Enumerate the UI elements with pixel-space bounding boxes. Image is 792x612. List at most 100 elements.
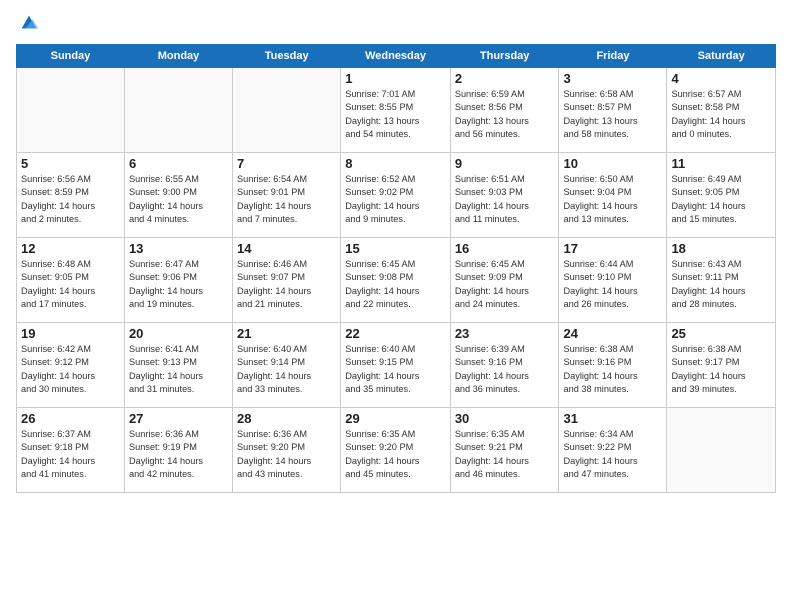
calendar-header-row: Sunday Monday Tuesday Wednesday Thursday… (17, 45, 776, 68)
calendar-week-row: 26Sunrise: 6:37 AM Sunset: 9:18 PM Dayli… (17, 408, 776, 493)
day-info: Sunrise: 6:54 AM Sunset: 9:01 PM Dayligh… (237, 173, 336, 226)
table-row: 5 Sunrise: 6:56 AM Sunset: 8:59 PM Daylig… (17, 153, 125, 238)
table-row: 23 Sunrise: 6:39 AM Sunset: 9:16 PM Dayli… (450, 323, 559, 408)
day-number: 20 (129, 326, 228, 341)
page: Sunday Monday Tuesday Wednesday Thursday… (0, 0, 792, 612)
day-number: 9 (455, 156, 555, 171)
table-row: 8 Sunrise: 6:52 AM Sunset: 9:02 PM Daylig… (341, 153, 451, 238)
day-info: Sunrise: 6:38 AM Sunset: 9:17 PM Dayligh… (671, 343, 771, 396)
day-info: Sunrise: 6:45 AM Sunset: 9:08 PM Dayligh… (345, 258, 446, 311)
calendar-week-row: 19 Sunrise: 6:42 AM Sunset: 9:12 PM Dayli… (17, 323, 776, 408)
calendar-week-row: 1 Sunrise: 7:01 AM Sunset: 8:55 PM Daylig… (17, 68, 776, 153)
col-wednesday: Wednesday (341, 45, 451, 68)
day-info: Sunrise: 6:35 AM Sunset: 9:20 PM Dayligh… (345, 428, 446, 481)
table-row: 14 Sunrise: 6:46 AM Sunset: 9:07 PM Dayli… (233, 238, 341, 323)
day-info: Sunrise: 6:50 AM Sunset: 9:04 PM Dayligh… (563, 173, 662, 226)
table-row: 29 Sunrise: 6:35 AM Sunset: 9:20 PM Dayli… (341, 408, 451, 493)
table-row: 11Sunrise: 6:49 AM Sunset: 9:05 PM Dayli… (667, 153, 776, 238)
col-sunday: Sunday (17, 45, 125, 68)
day-info: Sunrise: 6:47 AM Sunset: 9:06 PM Dayligh… (129, 258, 228, 311)
day-number: 8 (345, 156, 446, 171)
day-number: 23 (455, 326, 555, 341)
day-info: Sunrise: 7:01 AM Sunset: 8:55 PM Dayligh… (345, 88, 446, 141)
day-info: Sunrise: 6:40 AM Sunset: 9:15 PM Dayligh… (345, 343, 446, 396)
day-info: Sunrise: 6:38 AM Sunset: 9:16 PM Dayligh… (563, 343, 662, 396)
day-info: Sunrise: 6:46 AM Sunset: 9:07 PM Dayligh… (237, 258, 336, 311)
table-row: 21Sunrise: 6:40 AM Sunset: 9:14 PM Dayli… (233, 323, 341, 408)
calendar-week-row: 5 Sunrise: 6:56 AM Sunset: 8:59 PM Daylig… (17, 153, 776, 238)
day-number: 17 (563, 241, 662, 256)
day-info: Sunrise: 6:49 AM Sunset: 9:05 PM Dayligh… (671, 173, 771, 226)
day-number: 1 (345, 71, 446, 86)
day-number: 24 (563, 326, 662, 341)
day-info: Sunrise: 6:55 AM Sunset: 9:00 PM Dayligh… (129, 173, 228, 226)
day-info: Sunrise: 6:36 AM Sunset: 9:19 PM Dayligh… (129, 428, 228, 481)
col-friday: Friday (559, 45, 667, 68)
table-row: 24 Sunrise: 6:38 AM Sunset: 9:16 PM Dayli… (559, 323, 667, 408)
table-row: 15 Sunrise: 6:45 AM Sunset: 9:08 PM Dayli… (341, 238, 451, 323)
table-row: 13Sunrise: 6:47 AM Sunset: 9:06 PM Dayli… (124, 238, 232, 323)
table-row: 3Sunrise: 6:58 AM Sunset: 8:57 PM Daylig… (559, 68, 667, 153)
day-number: 28 (237, 411, 336, 426)
day-number: 15 (345, 241, 446, 256)
day-info: Sunrise: 6:59 AM Sunset: 8:56 PM Dayligh… (455, 88, 555, 141)
day-info: Sunrise: 6:58 AM Sunset: 8:57 PM Dayligh… (563, 88, 662, 141)
table-row: 4Sunrise: 6:57 AM Sunset: 8:58 PM Daylig… (667, 68, 776, 153)
day-info: Sunrise: 6:42 AM Sunset: 9:12 PM Dayligh… (21, 343, 120, 396)
day-info: Sunrise: 6:56 AM Sunset: 8:59 PM Dayligh… (21, 173, 120, 226)
table-row: 26Sunrise: 6:37 AM Sunset: 9:18 PM Dayli… (17, 408, 125, 493)
table-row: 28 Sunrise: 6:36 AM Sunset: 9:20 PM Dayli… (233, 408, 341, 493)
day-number: 29 (345, 411, 446, 426)
day-number: 25 (671, 326, 771, 341)
col-tuesday: Tuesday (233, 45, 341, 68)
day-info: Sunrise: 6:34 AM Sunset: 9:22 PM Dayligh… (563, 428, 662, 481)
day-number: 16 (455, 241, 555, 256)
day-info: Sunrise: 6:52 AM Sunset: 9:02 PM Dayligh… (345, 173, 446, 226)
day-number: 27 (129, 411, 228, 426)
calendar-week-row: 12Sunrise: 6:48 AM Sunset: 9:05 PM Dayli… (17, 238, 776, 323)
day-number: 31 (563, 411, 662, 426)
day-number: 12 (21, 241, 120, 256)
table-row: 17 Sunrise: 6:44 AM Sunset: 9:10 PM Dayli… (559, 238, 667, 323)
col-monday: Monday (124, 45, 232, 68)
table-row: 12Sunrise: 6:48 AM Sunset: 9:05 PM Dayli… (17, 238, 125, 323)
day-number: 21 (237, 326, 336, 341)
table-row: 22 Sunrise: 6:40 AM Sunset: 9:15 PM Dayli… (341, 323, 451, 408)
col-thursday: Thursday (450, 45, 559, 68)
table-row (124, 68, 232, 153)
table-row (233, 68, 341, 153)
day-number: 22 (345, 326, 446, 341)
header (16, 12, 776, 34)
table-row: 19 Sunrise: 6:42 AM Sunset: 9:12 PM Dayli… (17, 323, 125, 408)
table-row: 2 Sunrise: 6:59 AM Sunset: 8:56 PM Daylig… (450, 68, 559, 153)
day-info: Sunrise: 6:43 AM Sunset: 9:11 PM Dayligh… (671, 258, 771, 311)
table-row: 7 Sunrise: 6:54 AM Sunset: 9:01 PM Daylig… (233, 153, 341, 238)
table-row: 9Sunrise: 6:51 AM Sunset: 9:03 PM Daylig… (450, 153, 559, 238)
calendar-table: Sunday Monday Tuesday Wednesday Thursday… (16, 44, 776, 493)
table-row: 30 Sunrise: 6:35 AM Sunset: 9:21 PM Dayli… (450, 408, 559, 493)
table-row: 10 Sunrise: 6:50 AM Sunset: 9:04 PM Dayli… (559, 153, 667, 238)
day-number: 7 (237, 156, 336, 171)
table-row (667, 408, 776, 493)
day-number: 14 (237, 241, 336, 256)
day-info: Sunrise: 6:35 AM Sunset: 9:21 PM Dayligh… (455, 428, 555, 481)
table-row: 16 Sunrise: 6:45 AM Sunset: 9:09 PM Dayli… (450, 238, 559, 323)
day-info: Sunrise: 6:57 AM Sunset: 8:58 PM Dayligh… (671, 88, 771, 141)
col-saturday: Saturday (667, 45, 776, 68)
table-row: 27 Sunrise: 6:36 AM Sunset: 9:19 PM Dayli… (124, 408, 232, 493)
table-row: 20Sunrise: 6:41 AM Sunset: 9:13 PM Dayli… (124, 323, 232, 408)
logo-icon (18, 12, 40, 34)
day-number: 6 (129, 156, 228, 171)
day-info: Sunrise: 6:36 AM Sunset: 9:20 PM Dayligh… (237, 428, 336, 481)
table-row: 31 Sunrise: 6:34 AM Sunset: 9:22 PM Dayli… (559, 408, 667, 493)
table-row (17, 68, 125, 153)
day-number: 2 (455, 71, 555, 86)
day-number: 26 (21, 411, 120, 426)
day-info: Sunrise: 6:44 AM Sunset: 9:10 PM Dayligh… (563, 258, 662, 311)
day-number: 30 (455, 411, 555, 426)
day-number: 5 (21, 156, 120, 171)
day-info: Sunrise: 6:39 AM Sunset: 9:16 PM Dayligh… (455, 343, 555, 396)
day-number: 10 (563, 156, 662, 171)
day-info: Sunrise: 6:45 AM Sunset: 9:09 PM Dayligh… (455, 258, 555, 311)
day-number: 19 (21, 326, 120, 341)
